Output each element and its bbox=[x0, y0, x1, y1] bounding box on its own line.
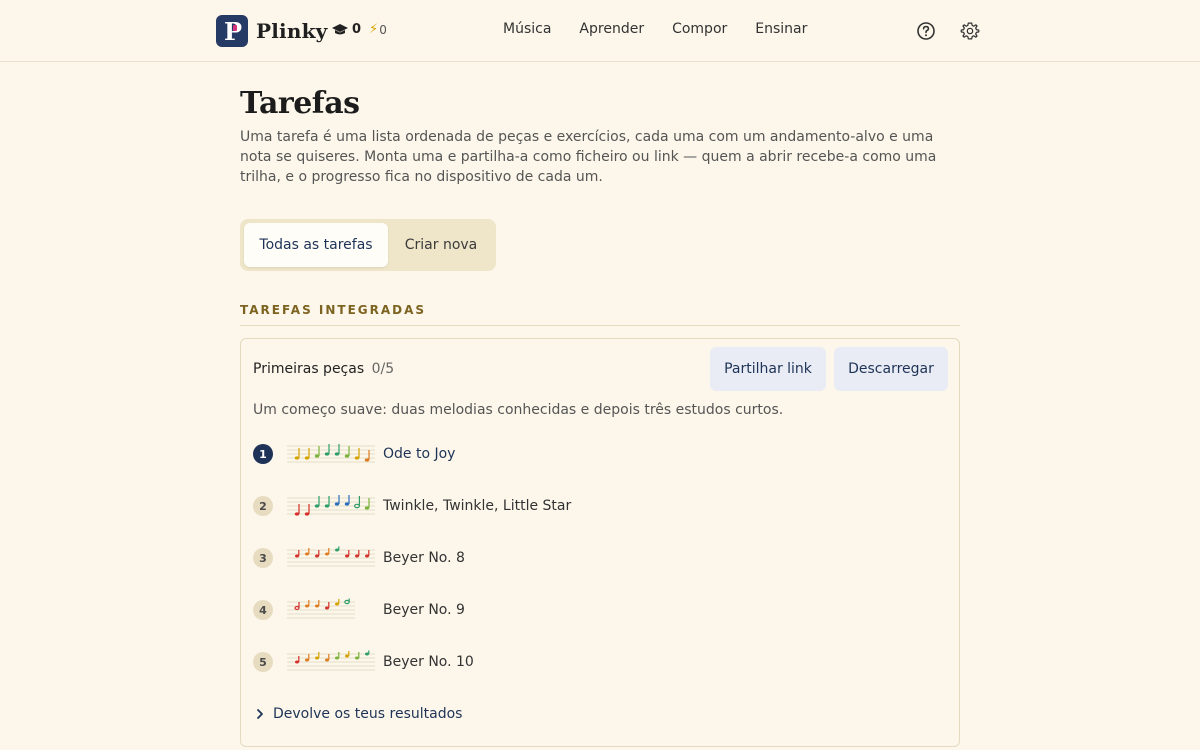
app-name: Plinky bbox=[256, 19, 328, 43]
streak-stat: 0 bbox=[332, 22, 361, 37]
page-intro: Uma tarefa é uma lista ordenada de peças… bbox=[240, 129, 937, 185]
top-bar: P Plinky 0 ⚡ 0 Música Aprender Compor En… bbox=[0, 0, 1200, 62]
gear-icon bbox=[960, 22, 980, 40]
main-nav: Música Aprender Compor Ensinar bbox=[503, 21, 835, 37]
assignment-header: Primeiras peças 0/5 bbox=[253, 361, 394, 377]
notation-thumbnail-icon bbox=[287, 650, 375, 671]
nav-ensinar[interactable]: Ensinar bbox=[755, 21, 807, 37]
piece-name[interactable]: Beyer No. 10 bbox=[383, 654, 474, 670]
piece-row[interactable]: 5 Beyer No. 10 bbox=[253, 650, 933, 674]
piece-name[interactable]: Twinkle, Twinkle, Little Star bbox=[383, 498, 571, 514]
assignment-description: Um começo suave: duas melodias conhecida… bbox=[253, 402, 784, 418]
share-link-button[interactable]: Partilhar link bbox=[710, 347, 826, 391]
logo-mark: P bbox=[216, 15, 248, 47]
piece-row[interactable]: 1 Ode to Joy bbox=[253, 442, 933, 466]
piece-name[interactable]: Beyer No. 9 bbox=[383, 602, 465, 618]
help-circle-icon bbox=[917, 22, 935, 40]
piece-row[interactable]: 3 Beyer No. 8 bbox=[253, 546, 933, 570]
assignment-tabs: Todas as tarefas Criar nova bbox=[240, 219, 496, 271]
energy-count: 0 bbox=[379, 22, 387, 37]
section-label: TAREFAS INTEGRADAS bbox=[240, 303, 427, 317]
tab-all-assignments[interactable]: Todas as tarefas bbox=[244, 223, 388, 267]
section-divider bbox=[240, 325, 960, 326]
user-stats: 0 ⚡ 0 bbox=[332, 22, 387, 37]
piece-number: 5 bbox=[253, 652, 273, 672]
piece-row[interactable]: 2 Twinkle, Twinkle, Little Star bbox=[253, 494, 933, 518]
piece-name[interactable]: Beyer No. 8 bbox=[383, 550, 465, 566]
piece-number: 2 bbox=[253, 496, 273, 516]
piece-name[interactable]: Ode to Joy bbox=[383, 446, 455, 462]
logo-letter: P bbox=[224, 19, 242, 43]
notation-thumbnail-icon bbox=[287, 598, 355, 619]
results-disclosure[interactable]: Devolve os teus resultados bbox=[255, 706, 462, 722]
tab-create-new[interactable]: Criar nova bbox=[390, 223, 492, 267]
notation-thumbnail-icon bbox=[287, 444, 375, 463]
nav-aprender[interactable]: Aprender bbox=[579, 21, 644, 37]
notation-thumbnail-icon bbox=[287, 495, 375, 516]
piece-number: 3 bbox=[253, 548, 273, 568]
help-button[interactable] bbox=[915, 20, 937, 42]
logo[interactable]: P Plinky bbox=[216, 15, 327, 47]
page-title: Tarefas bbox=[240, 86, 360, 121]
chevron-right-icon bbox=[257, 709, 263, 719]
assignment-progress: 0/5 bbox=[371, 361, 395, 377]
energy-stat: ⚡ 0 bbox=[369, 22, 387, 37]
results-label: Devolve os teus resultados bbox=[273, 706, 463, 722]
piece-row[interactable]: 4 Beyer No. 9 bbox=[253, 598, 933, 622]
settings-button[interactable] bbox=[959, 20, 981, 42]
piece-number: 1 bbox=[253, 444, 273, 464]
nav-musica[interactable]: Música bbox=[503, 21, 551, 37]
logo-p-icon: P bbox=[224, 19, 242, 43]
lightning-icon: ⚡ bbox=[369, 22, 379, 37]
streak-count: 0 bbox=[352, 22, 362, 37]
assignment-card: Primeiras peças 0/5 Partilhar link Desca… bbox=[240, 338, 960, 747]
assignment-title: Primeiras peças bbox=[253, 361, 365, 377]
notation-thumbnail-icon bbox=[287, 546, 375, 567]
nav-compor[interactable]: Compor bbox=[672, 21, 727, 37]
piece-number: 4 bbox=[253, 600, 273, 620]
graduation-cap-icon bbox=[332, 24, 348, 35]
download-button[interactable]: Descarregar bbox=[834, 347, 948, 391]
